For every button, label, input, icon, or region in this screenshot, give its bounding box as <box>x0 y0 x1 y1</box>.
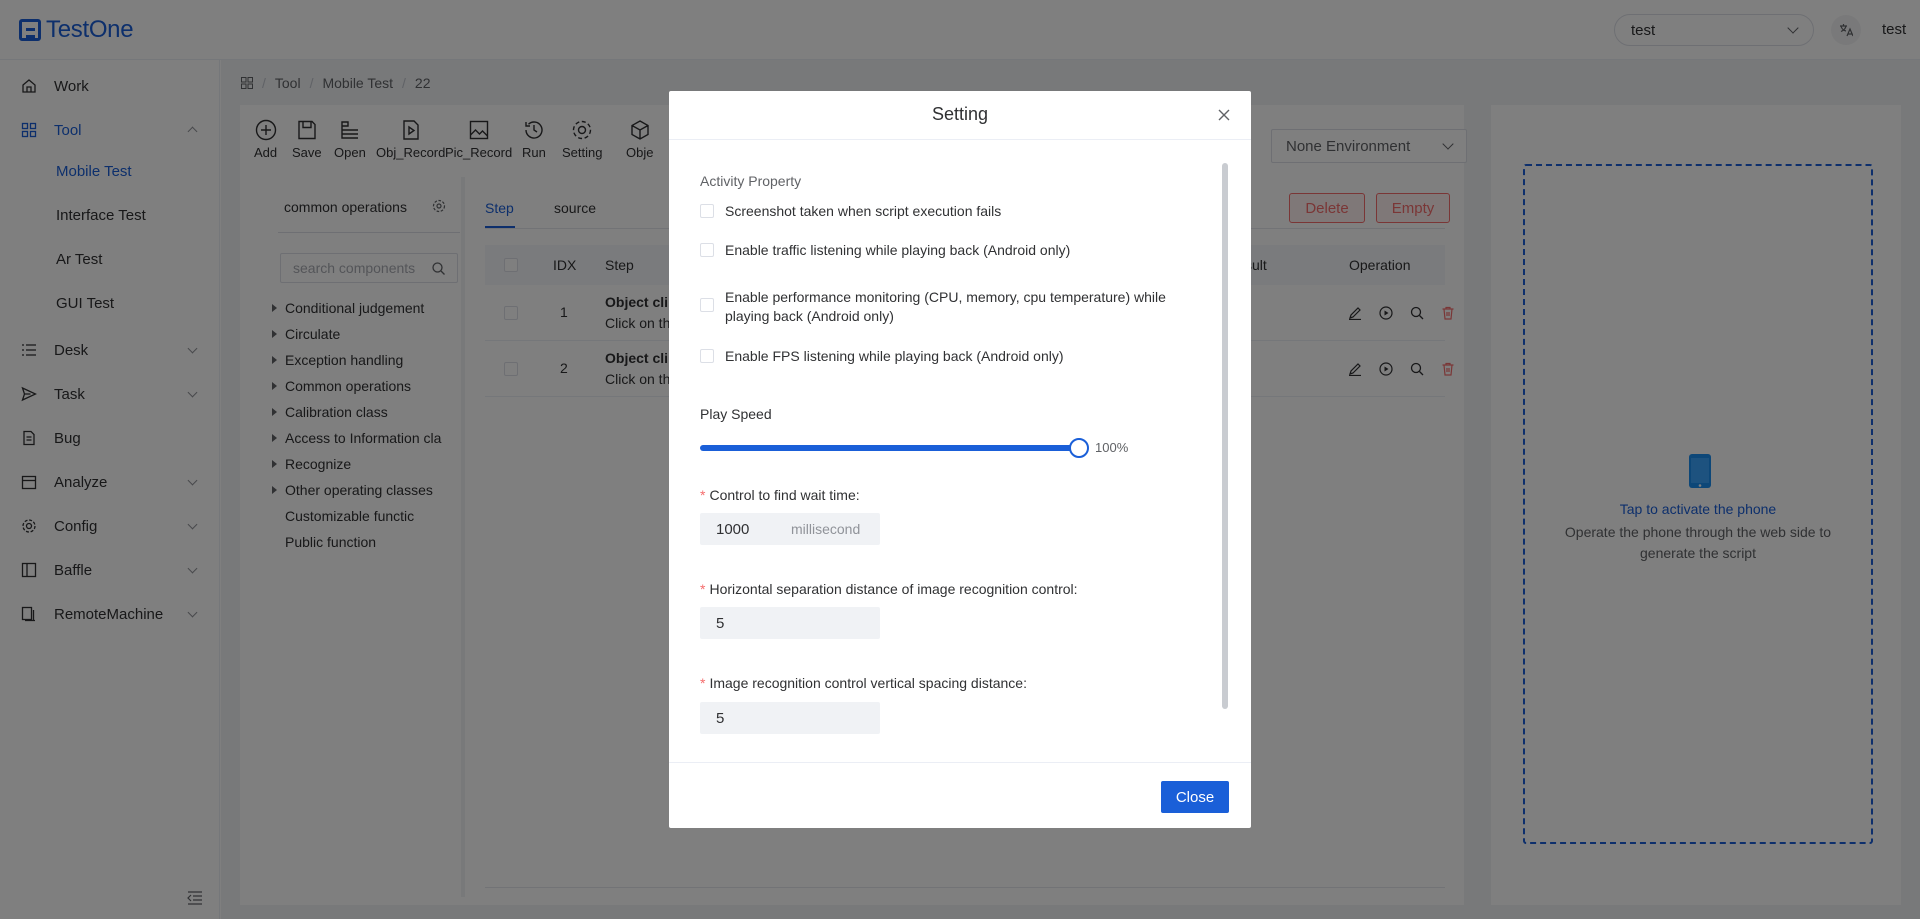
input-value: 5 <box>716 709 725 727</box>
input-unit: millisecond <box>791 521 861 537</box>
dialog-scrollbar[interactable] <box>1222 163 1228 709</box>
required-mark: * <box>700 581 706 597</box>
option-traffic-listening[interactable]: Enable traffic listening while playing b… <box>700 241 1180 260</box>
dialog-title: Setting <box>669 91 1251 140</box>
option-label: Enable FPS listening while playing back … <box>725 348 1064 364</box>
wait-time-label: * Control to find wait time: <box>700 487 860 503</box>
required-mark: * <box>700 675 706 691</box>
checkbox[interactable] <box>700 204 714 218</box>
option-fps-listening[interactable]: Enable FPS listening while playing back … <box>700 347 1180 366</box>
option-screenshot-on-fail[interactable]: Screenshot taken when script execution f… <box>700 202 1180 221</box>
dialog-body: Activity Property Screenshot taken when … <box>669 140 1251 740</box>
play-speed-value: 100% <box>1095 440 1129 455</box>
checkbox[interactable] <box>700 298 714 312</box>
label-text: Control to find wait time: <box>709 487 860 503</box>
required-mark: * <box>700 487 706 503</box>
input-value: 1000 <box>716 520 750 538</box>
checkbox[interactable] <box>700 349 714 363</box>
horizontal-separation-label: * Horizontal separation distance of image… <box>700 581 1078 597</box>
play-speed-slider-handle[interactable] <box>1069 438 1089 458</box>
label-text: Horizontal separation distance of image … <box>709 581 1078 597</box>
option-label: Screenshot taken when script execution f… <box>725 203 1002 219</box>
option-label: Enable performance monitoring (CPU, memo… <box>725 289 1166 324</box>
vertical-spacing-input[interactable]: 5 <box>700 702 880 734</box>
option-performance-monitoring[interactable]: Enable performance monitoring (CPU, memo… <box>700 288 1170 326</box>
setting-dialog: Setting Activity Property Screenshot tak… <box>669 91 1251 828</box>
play-speed-label: Play Speed <box>700 406 772 422</box>
vertical-spacing-label: * Image recognition control vertical spac… <box>700 675 1027 691</box>
input-value: 5 <box>716 614 725 632</box>
close-icon[interactable] <box>1216 107 1232 123</box>
horizontal-separation-input[interactable]: 5 <box>700 607 880 639</box>
play-speed-slider-track[interactable] <box>700 445 1081 451</box>
wait-time-input[interactable]: 1000 millisecond <box>700 513 880 545</box>
close-button[interactable]: Close <box>1161 781 1229 813</box>
checkbox[interactable] <box>700 243 714 257</box>
option-label: Enable traffic listening while playing b… <box>725 242 1071 258</box>
label-text: Image recognition control vertical spaci… <box>709 675 1027 691</box>
activity-property-label: Activity Property <box>700 173 802 189</box>
dialog-footer-divider <box>669 762 1251 763</box>
